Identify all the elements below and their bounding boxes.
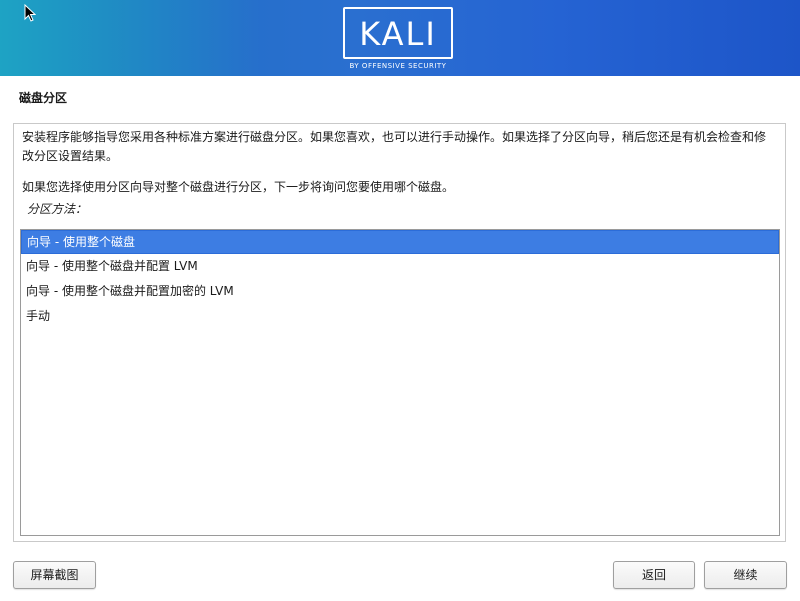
list-item[interactable]: 向导 - 使用整个磁盘并配置加密的 LVM bbox=[21, 280, 779, 304]
screenshot-button[interactable]: 屏幕截图 bbox=[13, 561, 96, 589]
description-text: 安装程序能够指导您采用各种标准方案进行磁盘分区。如果您喜欢，也可以进行手动操作。… bbox=[22, 130, 767, 163]
partition-method-list[interactable]: 向导 - 使用整个磁盘 向导 - 使用整个磁盘并配置 LVM 向导 - 使用整个… bbox=[20, 229, 780, 536]
content-panel: 安装程序能够指导您采用各种标准方案进行磁盘分区。如果您喜欢，也可以进行手动操作。… bbox=[13, 123, 786, 542]
logo-subtitle: BY OFFENSIVE SECURITY bbox=[349, 62, 447, 70]
page-title: 磁盘分区 bbox=[19, 91, 68, 105]
logo-text: KALI bbox=[359, 15, 437, 53]
kali-banner: KALI BY OFFENSIVE SECURITY bbox=[0, 0, 800, 76]
list-item[interactable]: 向导 - 使用整个磁盘并配置 LVM bbox=[21, 255, 779, 279]
continue-button[interactable]: 继续 bbox=[704, 561, 787, 589]
banner-glow bbox=[0, 0, 260, 76]
description-text-2: 如果您选择使用分区向导对整个磁盘进行分区，下一步将询问您要使用哪个磁盘。 bbox=[22, 180, 455, 194]
kali-logo: KALI bbox=[343, 7, 453, 59]
list-item[interactable]: 向导 - 使用整个磁盘 bbox=[21, 230, 779, 254]
method-label: 分区方法： bbox=[27, 202, 88, 216]
list-item[interactable]: 手动 bbox=[21, 305, 779, 329]
back-button[interactable]: 返回 bbox=[613, 561, 695, 589]
mouse-cursor-icon bbox=[24, 4, 36, 22]
